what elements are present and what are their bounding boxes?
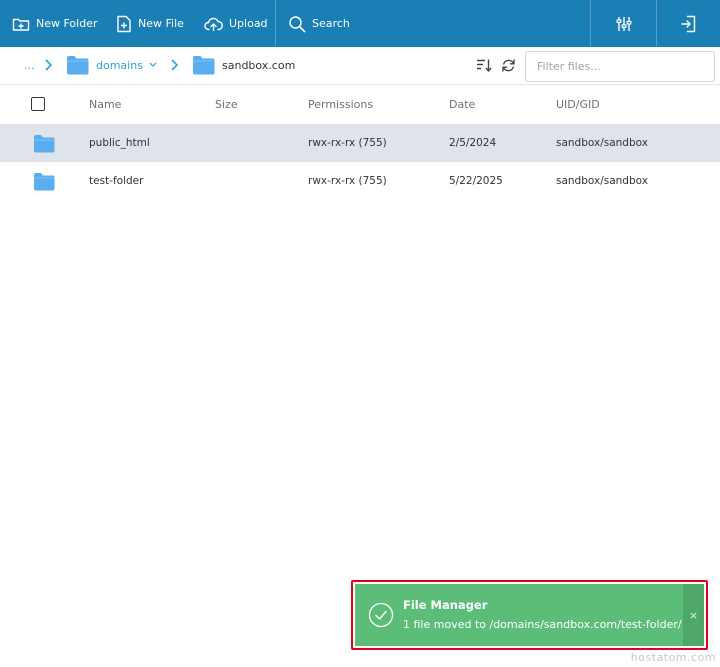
folder-plus-icon xyxy=(12,18,30,31)
toast-notification: File Manager 1 file moved to /domains/sa… xyxy=(355,584,704,646)
file-permissions: rwx-rx-rx (755) xyxy=(308,137,387,149)
new-file-button[interactable]: New File xyxy=(116,0,184,47)
column-header-date[interactable]: Date xyxy=(449,98,475,111)
breadcrumb-item-current: sandbox.com xyxy=(192,55,295,75)
upload-button[interactable]: Upload xyxy=(204,0,268,47)
logout-icon xyxy=(681,15,696,32)
chevron-right-icon xyxy=(170,59,178,71)
sort-button[interactable] xyxy=(476,58,492,73)
toast-close-button[interactable]: × xyxy=(683,584,704,646)
search-icon xyxy=(289,15,306,32)
select-all-checkbox[interactable] xyxy=(31,97,45,111)
breadcrumb-domains-label: domains xyxy=(96,58,143,72)
toolbar-divider xyxy=(656,0,657,47)
filter-files-input[interactable] xyxy=(525,51,715,82)
chevron-right-icon xyxy=(44,59,52,71)
breadcrumb-ellipsis[interactable]: ... xyxy=(24,59,35,72)
search-button[interactable]: Search xyxy=(288,0,350,47)
breadcrumb-current-label: sandbox.com xyxy=(222,58,296,72)
folder-icon xyxy=(34,173,55,191)
column-header-name[interactable]: Name xyxy=(89,98,121,111)
cloud-upload-icon xyxy=(204,17,223,31)
column-header-size[interactable]: Size xyxy=(215,98,238,111)
check-circle-icon xyxy=(368,602,394,628)
file-owner: sandbox/sandbox xyxy=(556,175,648,187)
sort-icon xyxy=(477,59,492,72)
refresh-icon xyxy=(502,59,515,72)
search-label: Search xyxy=(312,17,350,30)
table-row[interactable]: public_html rwx-rx-rx (755) 2/5/2024 san… xyxy=(0,124,720,162)
breadcrumb: ... domains sandbox.com xyxy=(0,47,720,85)
folder-icon xyxy=(67,56,89,75)
file-name[interactable]: test-folder xyxy=(89,175,143,187)
sliders-icon xyxy=(616,16,632,31)
new-folder-button[interactable]: New Folder xyxy=(12,0,97,47)
watermark: hostatom.com xyxy=(630,651,716,664)
column-header-permissions[interactable]: Permissions xyxy=(308,98,373,111)
new-file-label: New File xyxy=(138,17,184,30)
toolbar: New Folder New File Upload Search xyxy=(0,0,720,47)
toolbar-divider xyxy=(275,0,276,47)
toast-message: 1 file moved to /domains/sandbox.com/tes… xyxy=(403,618,682,631)
upload-label: Upload xyxy=(229,17,268,30)
refresh-button[interactable] xyxy=(501,58,516,73)
file-name[interactable]: public_html xyxy=(89,137,150,149)
toolbar-divider xyxy=(590,0,591,47)
file-plus-icon xyxy=(117,15,131,32)
toast-title: File Manager xyxy=(403,598,488,612)
folder-icon xyxy=(34,135,55,153)
file-date: 2/5/2024 xyxy=(449,137,497,149)
chevron-down-icon xyxy=(149,62,157,67)
settings-button[interactable] xyxy=(616,0,638,47)
file-permissions: rwx-rx-rx (755) xyxy=(308,175,387,187)
table-header: Name Size Permissions Date UID/GID xyxy=(0,85,720,123)
file-owner: sandbox/sandbox xyxy=(556,137,648,149)
logout-button[interactable] xyxy=(681,0,703,47)
file-date: 5/22/2025 xyxy=(449,175,503,187)
table-row[interactable]: test-folder rwx-rx-rx (755) 5/22/2025 sa… xyxy=(0,162,720,200)
new-folder-label: New Folder xyxy=(36,17,98,30)
folder-icon xyxy=(193,56,215,75)
breadcrumb-item-domains[interactable]: domains xyxy=(66,55,157,75)
column-header-uid-gid[interactable]: UID/GID xyxy=(556,98,600,111)
